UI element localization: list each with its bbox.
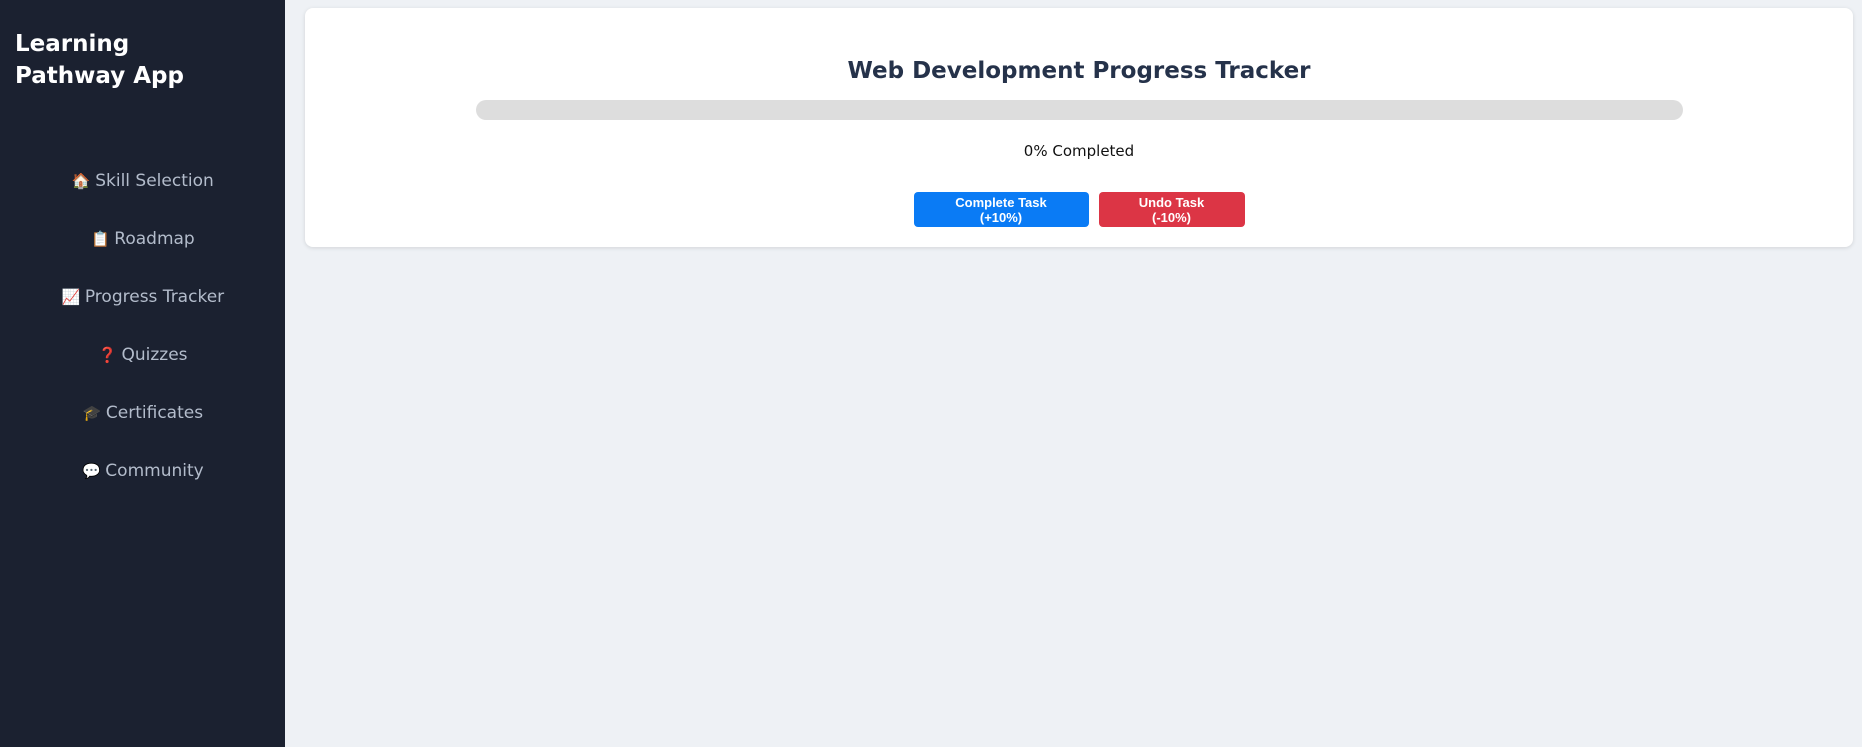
undo-task-button[interactable]: Undo Task (-10%): [1098, 192, 1245, 227]
sidebar-item-quizzes[interactable]: ❓ Quizzes: [0, 326, 285, 384]
complete-task-button[interactable]: Complete Task (+10%): [913, 192, 1089, 227]
sidebar-item-certificates[interactable]: 🎓 Certificates: [0, 384, 285, 442]
question-mark-icon: ❓: [98, 346, 117, 364]
sidebar-item-label: Roadmap: [114, 229, 195, 249]
sidebar-item-community[interactable]: 💬 Community: [0, 442, 285, 500]
sidebar-item-roadmap[interactable]: 📋 Roadmap: [0, 210, 285, 268]
graduation-cap-icon: 🎓: [82, 404, 102, 422]
home-icon: 🏠: [71, 172, 91, 190]
sidebar-item-label: Certificates: [105, 403, 204, 423]
chart-increasing-icon: 📈: [61, 288, 81, 306]
app-title: Learning Pathway App: [15, 31, 184, 89]
sidebar-nav: 🏠 Skill Selection 📋 Roadmap 📈 Progress T…: [0, 152, 285, 500]
sidebar-item-label: Community: [105, 461, 204, 481]
progress-text: 0% Completed: [1023, 142, 1135, 160]
sidebar-item-label: Skill Selection: [95, 171, 214, 191]
action-buttons: Complete Task (+10%) Undo Task (-10%): [305, 192, 1853, 227]
clipboard-icon: 📋: [90, 230, 110, 248]
sidebar: Learning Pathway App 🏠 Skill Selection 📋…: [0, 0, 285, 747]
sidebar-item-skill-selection[interactable]: 🏠 Skill Selection: [0, 152, 285, 210]
sidebar-item-label: Quizzes: [121, 345, 188, 365]
page-title: Web Development Progress Tracker: [847, 58, 1311, 84]
sidebar-item-progress-tracker[interactable]: 📈 Progress Tracker: [0, 268, 285, 326]
speech-bubble-icon: 💬: [81, 462, 101, 480]
progress-card: Web Development Progress Tracker 0% Comp…: [305, 8, 1853, 247]
sidebar-item-label: Progress Tracker: [84, 287, 225, 307]
progress-bar: [476, 100, 1683, 120]
